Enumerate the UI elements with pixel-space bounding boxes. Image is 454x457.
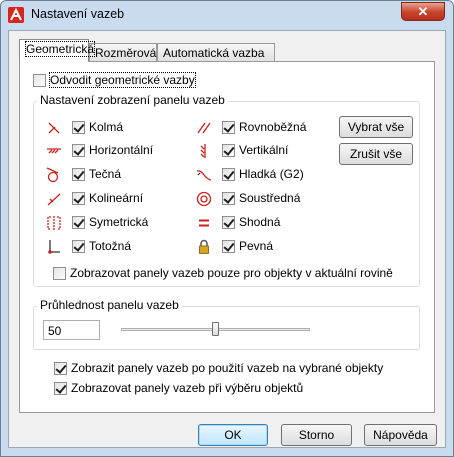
checkbox-parallel[interactable] [222, 121, 235, 134]
checkbox-perpendicular[interactable] [72, 121, 85, 134]
vertical-icon [200, 144, 206, 158]
tab-geometric[interactable]: Geometrická [19, 39, 96, 62]
show-on-select-checkbox[interactable] [54, 382, 67, 395]
help-label: Nápověda [373, 428, 428, 442]
label-equal: Shodná [239, 215, 281, 229]
label-coincident: Totožná [89, 239, 132, 253]
tab-dimensional[interactable]: Rozměrová [89, 43, 157, 61]
checkbox-symmetric[interactable] [72, 216, 85, 229]
current-plane-label: Zobrazovat panely vazeb pouze pro objekt… [70, 266, 393, 280]
infer-label: Odvodit geometrické vazby [49, 72, 196, 88]
checkbox-equal[interactable] [222, 216, 235, 229]
tab-label: Automatická vazba [163, 46, 265, 60]
autocad-app-icon [8, 7, 24, 23]
checkbox-tangent[interactable] [72, 168, 85, 181]
label-perpendicular: Kolmá [89, 120, 124, 134]
perpendicular-icon [48, 122, 60, 134]
select-all-button[interactable]: Vybrat vše [339, 116, 413, 138]
show-after-apply-label: Zobrazit panely vazeb po použití vazeb n… [71, 361, 384, 375]
equal-icon [199, 219, 209, 227]
cancel-button[interactable]: Storno [281, 424, 352, 446]
label-vertical: Vertikální [239, 143, 289, 157]
label-horizontal: Horizontální [89, 143, 154, 157]
window-title: Nastavení vazeb [31, 7, 125, 21]
label-collinear: Kolineární [89, 191, 144, 205]
clear-all-label: Zrušit vše [349, 147, 402, 161]
collinear-icon [47, 193, 61, 206]
checkbox-coincident[interactable] [72, 240, 85, 253]
smooth-icon [196, 170, 212, 181]
label-parallel: Rovnoběžná [239, 120, 307, 134]
clear-all-button[interactable]: Zrušit vše [339, 143, 413, 165]
concentric-icon [196, 191, 212, 207]
show-after-apply-checkbox[interactable] [54, 362, 67, 375]
infer-checkbox[interactable] [33, 74, 46, 87]
select-all-label: Vybrat vše [347, 120, 405, 134]
transparency-title: Průhlednost panelu vazeb [37, 298, 182, 312]
lock-icon [199, 239, 209, 254]
current-plane-checkbox[interactable] [53, 267, 66, 280]
checkbox-smooth[interactable] [222, 168, 235, 181]
coincident-icon [48, 240, 60, 254]
label-smooth: Hladká (G2) [239, 167, 304, 181]
dialog-window: Nastavení vazeb ✕ Geometrická Rozměrová … [0, 0, 454, 457]
parallel-icon [197, 122, 211, 134]
tab-panel-geometric: Odvodit geometrické vazby Nastavení zobr… [19, 61, 435, 413]
show-on-select-label: Zobrazovat panely vazeb při výběru objek… [71, 381, 304, 395]
checkbox-horizontal[interactable] [72, 144, 85, 157]
ok-button[interactable]: OK [198, 424, 268, 446]
tab-label: Rozměrová [95, 46, 157, 60]
close-button[interactable]: ✕ [401, 2, 445, 21]
checkbox-collinear[interactable] [72, 192, 85, 205]
label-symmetric: Symetrická [89, 215, 149, 229]
checkbox-vertical[interactable] [222, 144, 235, 157]
tangent-icon [46, 167, 59, 183]
label-tangent: Tečná [89, 167, 122, 181]
help-button[interactable]: Nápověda [364, 424, 437, 446]
transparency-input[interactable]: 50 [43, 320, 100, 340]
horizontal-icon [47, 148, 61, 154]
checkbox-concentric[interactable] [222, 192, 235, 205]
checkbox-fixed[interactable] [222, 240, 235, 253]
tab-label: Geometrická [25, 41, 96, 57]
symmetric-icon [47, 216, 61, 230]
display-group-title: Nastavení zobrazení panelu vazeb [37, 93, 228, 107]
dialog-client: Geometrická Rozměrová Automatická vazba … [8, 30, 446, 448]
transparency-slider-thumb[interactable] [212, 322, 219, 336]
close-icon: ✕ [417, 3, 429, 19]
ok-label: OK [224, 428, 242, 442]
title-bar[interactable]: Nastavení vazeb ✕ [1, 1, 453, 29]
label-fixed: Pevná [239, 239, 274, 253]
tab-autoconstrain[interactable]: Automatická vazba [157, 43, 275, 61]
label-concentric: Soustředná [239, 191, 301, 205]
cancel-label: Storno [298, 428, 335, 442]
